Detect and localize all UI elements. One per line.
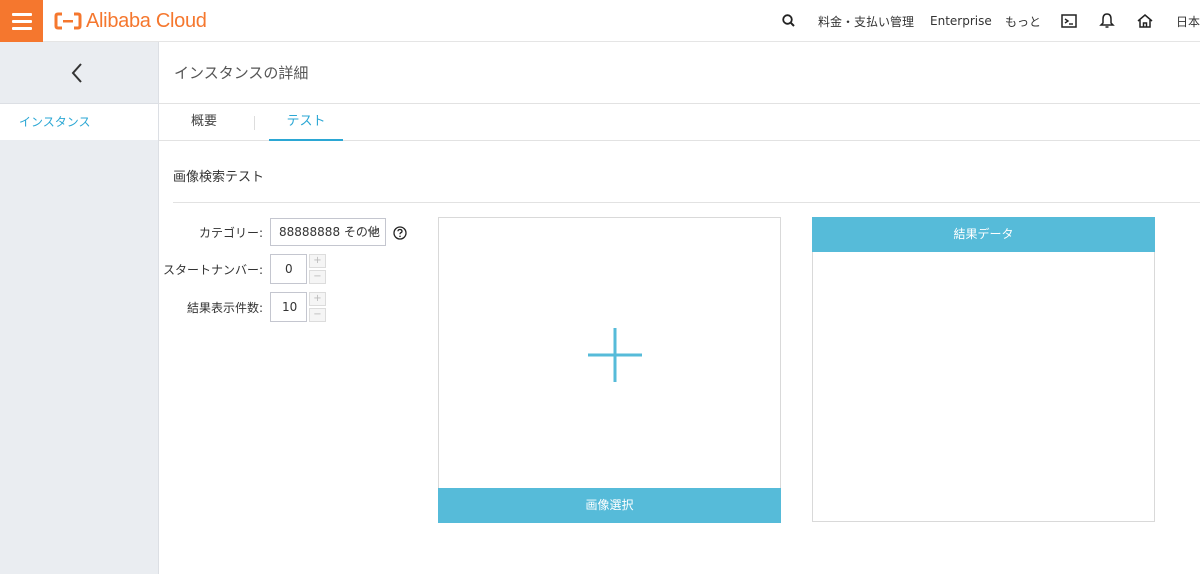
category-select[interactable]: 88888888 その他 (270, 218, 386, 246)
result-count-stepper: + − (309, 292, 326, 322)
hamburger-icon (11, 12, 32, 16)
category-label: カテゴリー: (198, 226, 263, 240)
tab-divider (254, 116, 255, 130)
chevron-left-icon (71, 63, 82, 83)
section-divider (173, 202, 1200, 203)
section-title: 画像検索テスト (173, 170, 265, 185)
billing-management-link[interactable]: 料金・支払い管理 (818, 0, 914, 42)
start-number-label: スタートナンバー: (162, 263, 263, 277)
category-select-value: 88888888 その他 (279, 225, 380, 239)
tab-bar: 概要 テスト (159, 104, 1200, 141)
start-number-stepper: + − (309, 254, 326, 284)
sidebar-item-instances[interactable]: インスタンス (0, 104, 158, 140)
start-number-input[interactable]: 0 (270, 254, 307, 284)
search-icon[interactable] (779, 11, 799, 31)
result-count-label: 結果表示件数: (186, 301, 263, 315)
home-icon[interactable] (1135, 11, 1155, 31)
select-image-button[interactable]: 画像選択 (438, 488, 781, 523)
decrement-button[interactable]: − (309, 270, 326, 284)
sidebar-item-label: インスタンス (19, 115, 91, 129)
alibaba-cloud-logo-icon (54, 12, 82, 30)
more-menu[interactable]: もっと (1005, 0, 1041, 42)
result-data-header: 結果データ (812, 217, 1155, 252)
alibaba-cloud-logo[interactable]: Alibaba Cloud (54, 8, 207, 34)
back-button[interactable] (0, 42, 158, 104)
plus-icon[interactable] (588, 328, 642, 382)
question-circle-icon[interactable] (393, 226, 407, 240)
result-data-panel: 結果データ (812, 217, 1155, 522)
hamburger-menu-button[interactable] (0, 0, 43, 42)
increment-button[interactable]: + (309, 254, 326, 268)
language-selector[interactable]: 日本語 (1176, 0, 1200, 42)
decrement-button[interactable]: − (309, 308, 326, 322)
brand-name: Alibaba Cloud (86, 9, 207, 32)
result-count-input[interactable]: 10 (270, 292, 307, 322)
enterprise-link[interactable]: Enterprise (930, 0, 992, 42)
top-navigation-bar: Alibaba Cloud 料金・支払い管理 Enterprise もっと 日本… (0, 0, 1200, 42)
sidebar: インスタンス (0, 42, 159, 574)
tab-overview[interactable]: 概要 (179, 104, 229, 141)
terminal-icon[interactable] (1059, 11, 1079, 31)
image-upload-area[interactable]: 画像選択 (438, 217, 781, 523)
bell-icon[interactable] (1097, 11, 1117, 31)
chevron-down-icon (367, 229, 379, 236)
tab-test[interactable]: テスト (269, 104, 343, 141)
page-title: インスタンスの詳細 (174, 64, 309, 82)
page-header: インスタンスの詳細 (159, 42, 1200, 104)
increment-button[interactable]: + (309, 292, 326, 306)
